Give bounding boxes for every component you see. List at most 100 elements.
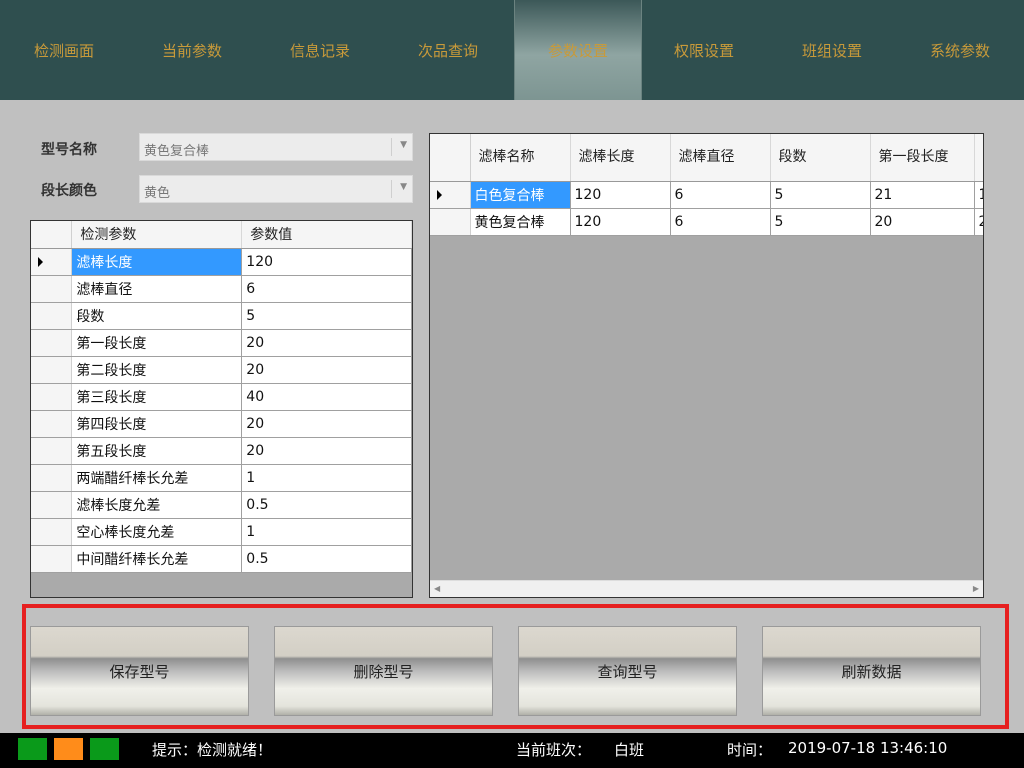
param-grid-header: 检测参数 参数值 bbox=[31, 221, 412, 249]
param-name-cell[interactable]: 两端醋纤棒长允差 bbox=[71, 464, 243, 492]
param-value-cell[interactable]: 5 bbox=[241, 302, 412, 330]
param-value-cell[interactable]: 1 bbox=[241, 518, 412, 546]
row-header[interactable] bbox=[31, 302, 73, 330]
param-name-cell[interactable]: 空心棒长度允差 bbox=[71, 518, 243, 546]
param-value-cell[interactable]: 0.5 bbox=[241, 491, 412, 519]
model-grid[interactable]: 滤棒名称 滤棒长度 滤棒直径 段数 第一段长度 第二段长度 白色复合棒12065… bbox=[429, 133, 984, 598]
param-name-cell[interactable]: 滤棒直径 bbox=[71, 275, 243, 303]
row-header[interactable] bbox=[31, 275, 73, 303]
query-model-button[interactable]: 查询型号 bbox=[518, 626, 737, 716]
param-name-cell[interactable]: 第二段长度 bbox=[71, 356, 243, 384]
param-value-cell[interactable]: 120 bbox=[241, 248, 412, 276]
tab-defect-query[interactable]: 次品查询 bbox=[384, 0, 512, 100]
column-header-diameter[interactable]: 滤棒直径 bbox=[670, 134, 771, 182]
chevron-down-icon[interactable]: ▼ bbox=[400, 140, 407, 150]
column-header-segments[interactable]: 段数 bbox=[770, 134, 871, 182]
param-row[interactable]: 第二段长度 20 bbox=[31, 356, 412, 384]
save-model-button[interactable]: 保存型号 bbox=[30, 626, 249, 716]
param-name-cell[interactable]: 第五段长度 bbox=[71, 437, 243, 465]
status-indicator-orange bbox=[54, 738, 83, 760]
chevron-down-icon[interactable]: ▼ bbox=[400, 182, 407, 192]
param-name-cell[interactable]: 第一段长度 bbox=[71, 329, 243, 357]
row-header[interactable] bbox=[31, 356, 73, 384]
scroll-right-icon[interactable]: ▶ bbox=[973, 584, 979, 593]
row-header[interactable] bbox=[31, 410, 73, 438]
param-value-cell[interactable]: 1 bbox=[241, 464, 412, 492]
status-bar: 提示：检测就绪！ 当前班次： 白班 时间： 2019-07-18 13:46:1… bbox=[0, 733, 1024, 768]
column-header-param[interactable]: 检测参数 bbox=[71, 221, 243, 249]
top-navigation: 检测画面 当前参数 信息记录 次品查询 参数设置 权限设置 班组设置 系统参数 bbox=[0, 0, 1024, 100]
model-seg2-cell[interactable]: 1 bbox=[974, 181, 983, 209]
model-segments-cell[interactable]: 5 bbox=[770, 208, 871, 236]
model-diameter-cell[interactable]: 6 bbox=[670, 208, 771, 236]
row-header[interactable] bbox=[31, 491, 73, 519]
param-name-cell[interactable]: 中间醋纤棒长允差 bbox=[71, 545, 243, 573]
tab-info-records[interactable]: 信息记录 bbox=[256, 0, 384, 100]
param-row[interactable]: 滤棒直径 6 bbox=[31, 275, 412, 303]
row-header[interactable] bbox=[31, 437, 73, 465]
row-header[interactable] bbox=[31, 545, 73, 573]
param-row[interactable]: 段数 5 bbox=[31, 302, 412, 330]
param-value-cell[interactable]: 0.5 bbox=[241, 545, 412, 573]
model-row[interactable]: 黄色复合棒12065202 bbox=[430, 208, 983, 236]
row-header[interactable] bbox=[31, 518, 73, 546]
tab-current-params[interactable]: 当前参数 bbox=[128, 0, 256, 100]
param-value-cell[interactable]: 20 bbox=[241, 437, 412, 465]
row-header[interactable] bbox=[31, 464, 73, 492]
tab-permission-settings[interactable]: 权限设置 bbox=[640, 0, 768, 100]
column-header-length[interactable]: 滤棒长度 bbox=[570, 134, 671, 182]
row-header[interactable] bbox=[430, 181, 471, 209]
scroll-left-icon[interactable]: ◀ bbox=[434, 584, 440, 593]
param-row[interactable]: 第一段长度 20 bbox=[31, 329, 412, 357]
model-length-cell[interactable]: 120 bbox=[570, 208, 671, 236]
param-row[interactable]: 两端醋纤棒长允差 1 bbox=[31, 464, 412, 492]
column-header-value[interactable]: 参数值 bbox=[241, 221, 412, 249]
refresh-data-button[interactable]: 刷新数据 bbox=[762, 626, 981, 716]
model-seg2-cell[interactable]: 2 bbox=[974, 208, 983, 236]
model-row[interactable]: 白色复合棒12065211 bbox=[430, 181, 983, 209]
param-row[interactable]: 第五段长度 20 bbox=[31, 437, 412, 465]
tab-detection-view[interactable]: 检测画面 bbox=[0, 0, 128, 100]
model-seg1-cell[interactable]: 21 bbox=[870, 181, 975, 209]
horizontal-scrollbar[interactable]: ◀ ▶ bbox=[430, 580, 983, 597]
model-segments-cell[interactable]: 5 bbox=[770, 181, 871, 209]
param-value-cell[interactable]: 20 bbox=[241, 329, 412, 357]
param-row[interactable]: 空心棒长度允差 1 bbox=[31, 518, 412, 546]
param-row[interactable]: 第三段长度 40 bbox=[31, 383, 412, 411]
param-row[interactable]: 滤棒长度 120 bbox=[31, 248, 412, 276]
model-name-cell[interactable]: 白色复合棒 bbox=[470, 181, 571, 209]
param-name-cell[interactable]: 滤棒长度 bbox=[71, 248, 243, 276]
model-length-cell[interactable]: 120 bbox=[570, 181, 671, 209]
param-value-cell[interactable]: 20 bbox=[241, 410, 412, 438]
model-name-select[interactable]: 黄色复合棒 ▼ bbox=[139, 133, 413, 161]
status-indicator-green bbox=[18, 738, 47, 760]
time-label: 时间： bbox=[727, 741, 773, 759]
row-header[interactable] bbox=[430, 208, 471, 236]
model-seg1-cell[interactable]: 20 bbox=[870, 208, 975, 236]
model-name-cell[interactable]: 黄色复合棒 bbox=[470, 208, 571, 236]
param-value-cell[interactable]: 6 bbox=[241, 275, 412, 303]
status-indicator-green bbox=[90, 738, 119, 760]
column-header-seg1-length[interactable]: 第一段长度 bbox=[870, 134, 975, 182]
row-header[interactable] bbox=[31, 329, 73, 357]
param-value-cell[interactable]: 40 bbox=[241, 383, 412, 411]
segment-color-select[interactable]: 黄色 ▼ bbox=[139, 175, 413, 203]
model-diameter-cell[interactable]: 6 bbox=[670, 181, 771, 209]
row-header[interactable] bbox=[31, 383, 73, 411]
tab-system-params[interactable]: 系统参数 bbox=[896, 0, 1024, 100]
param-row[interactable]: 滤棒长度允差 0.5 bbox=[31, 491, 412, 519]
param-value-cell[interactable]: 20 bbox=[241, 356, 412, 384]
tab-param-settings[interactable]: 参数设置 bbox=[514, 0, 642, 100]
delete-model-button[interactable]: 删除型号 bbox=[274, 626, 493, 716]
column-header-seg2-length[interactable]: 第二段长度 bbox=[974, 134, 983, 182]
param-name-cell[interactable]: 第三段长度 bbox=[71, 383, 243, 411]
param-name-cell[interactable]: 段数 bbox=[71, 302, 243, 330]
param-row[interactable]: 第四段长度 20 bbox=[31, 410, 412, 438]
row-header[interactable] bbox=[31, 248, 73, 276]
param-name-cell[interactable]: 第四段长度 bbox=[71, 410, 243, 438]
param-row[interactable]: 中间醋纤棒长允差 0.5 bbox=[31, 545, 412, 573]
column-header-name[interactable]: 滤棒名称 bbox=[470, 134, 571, 182]
param-name-cell[interactable]: 滤棒长度允差 bbox=[71, 491, 243, 519]
param-grid[interactable]: 检测参数 参数值 滤棒长度 120 滤棒直径 6 段数 5 第一段长度 20 第二段长度 20 第三… bbox=[30, 220, 413, 598]
tab-team-settings[interactable]: 班组设置 bbox=[768, 0, 896, 100]
